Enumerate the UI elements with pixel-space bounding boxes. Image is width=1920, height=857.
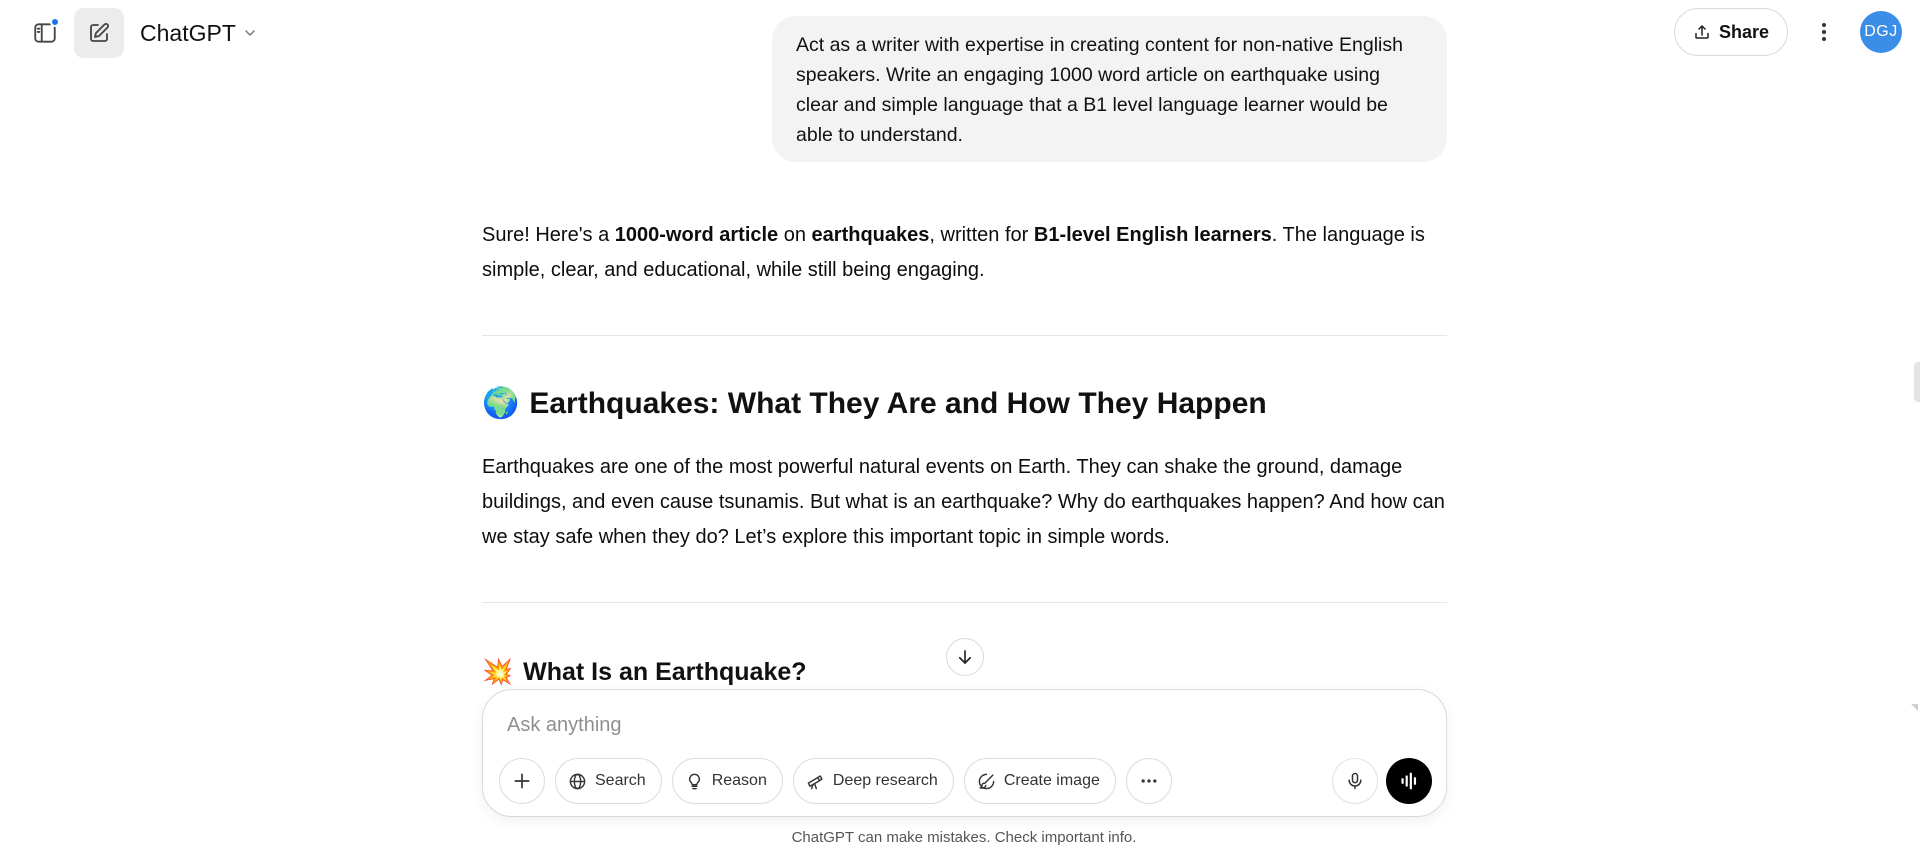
disclaimer-text: ChatGPT can make mistakes. Check importa…	[791, 829, 1137, 846]
article-paragraph: Earthquakes are one of the most powerful…	[482, 456, 1445, 548]
collision-icon: 💥	[482, 658, 514, 686]
plus-icon	[514, 773, 530, 789]
search-label: Search	[595, 772, 646, 789]
telescope-icon	[807, 774, 823, 789]
prompt-input[interactable]	[507, 710, 1407, 740]
header-left: ChatGPT	[20, 8, 258, 58]
section-divider	[482, 602, 1447, 603]
composer: Search Reason Deep research Create image	[482, 689, 1447, 817]
sidebar-toggle-button[interactable]	[20, 8, 70, 58]
avatar[interactable]: DGJ	[1860, 11, 1902, 53]
share-label: Share	[1718, 21, 1769, 42]
more-options-button[interactable]	[1804, 12, 1844, 52]
vertical-dots-icon	[1822, 23, 1826, 41]
section-heading-text: What Is an Earthquake?	[523, 658, 807, 686]
intro-text-1: Sure! Here's a	[482, 224, 615, 246]
composer-tools: Search Reason Deep research Create image	[499, 758, 1172, 804]
model-selector[interactable]: ChatGPT	[140, 20, 258, 47]
deep-research-button[interactable]: Deep research	[792, 758, 954, 804]
intro-bold-2: earthquakes	[811, 224, 930, 246]
deep-research-label: Deep research	[832, 772, 938, 789]
article-heading: 🌍 Earthquakes: What They Are and How The…	[482, 386, 1267, 421]
attach-button[interactable]	[499, 758, 545, 804]
intro-text-3: , written for	[929, 224, 1034, 246]
create-image-button[interactable]: Create image	[963, 758, 1116, 804]
soundwave-icon	[1401, 772, 1417, 790]
share-icon	[1695, 25, 1709, 39]
intro-bold-1: 1000-word article	[614, 224, 779, 246]
scroll-arrow-icon[interactable]	[1911, 704, 1918, 711]
create-image-label: Create image	[1003, 772, 1100, 789]
globe-icon: 🌍	[482, 387, 520, 420]
paintbrush-icon	[978, 773, 995, 789]
globe-icon	[569, 773, 586, 789]
edit-icon	[90, 23, 109, 42]
dictate-button[interactable]	[1332, 758, 1378, 804]
share-button[interactable]: Share	[1673, 8, 1788, 56]
voice-mode-button[interactable]	[1386, 758, 1432, 804]
new-chat-button[interactable]	[74, 8, 124, 58]
arrow-down-icon	[958, 650, 972, 664]
more-tools-button[interactable]	[1125, 758, 1172, 804]
user-message: Act as a writer with expertise in creati…	[772, 16, 1447, 162]
scrollbar-thumb[interactable]	[1914, 362, 1920, 402]
article-heading-text: Earthquakes: What They Are and How They …	[529, 386, 1267, 420]
intro-text-2: on	[778, 224, 812, 246]
search-button[interactable]: Search	[555, 758, 662, 804]
lightbulb-icon	[688, 773, 700, 789]
intro-bold-3: B1-level English learners	[1033, 224, 1272, 246]
reason-button[interactable]: Reason	[671, 758, 783, 804]
section-heading: 💥 What Is an Earthquake?	[482, 658, 807, 687]
chevron-down-icon	[245, 30, 255, 36]
reason-label: Reason	[711, 772, 767, 789]
horizontal-dots-icon	[1141, 779, 1157, 783]
assistant-intro: Sure! Here's a 1000-word article on eart…	[482, 218, 1447, 288]
scroll-to-bottom-button[interactable]	[946, 638, 984, 676]
section-divider	[482, 335, 1447, 336]
notification-dot	[50, 17, 60, 27]
header-right: Share DGJ	[1673, 8, 1902, 56]
microphone-icon	[1348, 772, 1362, 790]
model-name: ChatGPT	[140, 19, 236, 46]
